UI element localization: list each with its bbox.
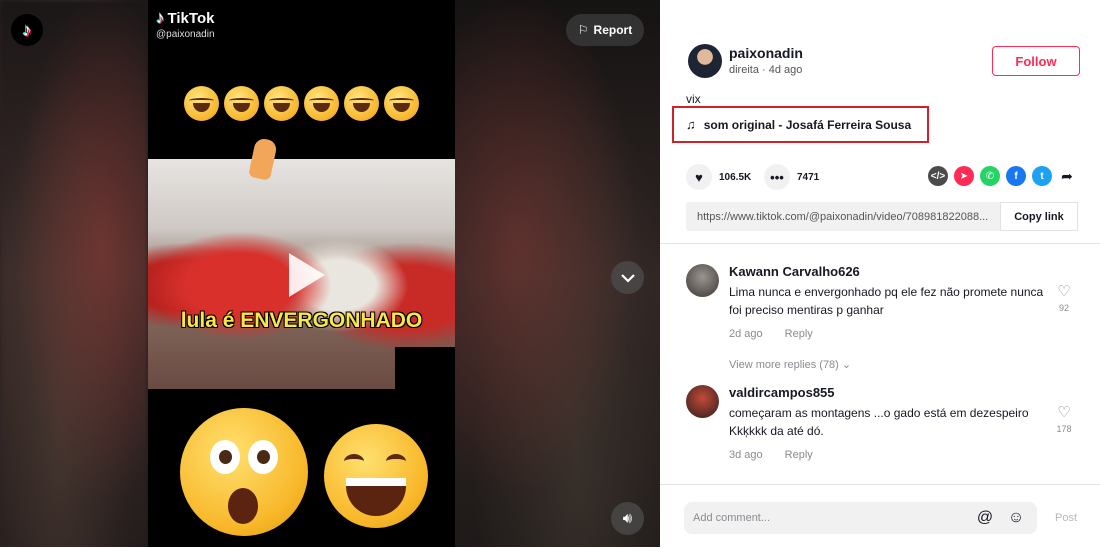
comment-count: 7471 xyxy=(797,171,820,183)
music-link[interactable]: ♫ som original - Josafá Ferreira Sousa xyxy=(672,106,929,143)
comment-like-count: 178 xyxy=(1056,424,1072,434)
flag-icon: ⚐ xyxy=(577,23,589,37)
video-player[interactable]: ♪ ♪ TikTok @paixonadin lula é ENVERGONHA… xyxy=(0,0,660,547)
like-stat[interactable]: ♥ 106.5K xyxy=(686,164,751,190)
music-note-icon: ♫ xyxy=(686,117,696,132)
comment-age: 3d ago xyxy=(729,449,763,461)
laughing-emoji-row xyxy=(184,86,419,121)
commenter-avatar[interactable] xyxy=(686,264,719,297)
whatsapp-icon[interactable]: ✆ xyxy=(980,166,1000,186)
report-button[interactable]: ⚐ Report xyxy=(566,14,644,46)
video-info-panel: paixonadin direita · 4d ago Follow vix ♫… xyxy=(660,0,1100,547)
commenter-username[interactable]: Kawann Carvalho626 xyxy=(729,264,860,279)
comment-placeholder[interactable]: Add comment... xyxy=(693,512,975,524)
share-link-row: https://www.tiktok.com/@paixonadin/video… xyxy=(686,202,1078,231)
next-video-button[interactable] xyxy=(611,261,644,294)
speaker-icon: 🔊︎ xyxy=(622,510,633,527)
comment-bubble-icon[interactable]: ••• xyxy=(764,164,790,190)
author-avatar[interactable] xyxy=(688,44,722,78)
tiktok-logo-icon[interactable]: ♪ xyxy=(11,14,43,46)
music-title: som original - Josafá Ferreira Sousa xyxy=(703,117,912,132)
comment-composer: Add comment... @ ☺ Post xyxy=(660,484,1100,548)
commenter-username[interactable]: valdircampos855 xyxy=(729,385,835,400)
comment-like[interactable]: ♡ 178 xyxy=(1054,403,1074,434)
laughing-emoji-icon xyxy=(384,86,419,121)
video-blur-background-left xyxy=(0,0,148,547)
comment-like[interactable]: ♡ 92 xyxy=(1054,282,1074,313)
watermark-username: @paixonadin xyxy=(156,29,215,40)
chevron-down-icon xyxy=(620,273,635,283)
comment-list[interactable]: Kawann Carvalho626 Lima nunca e envergon… xyxy=(660,244,1100,484)
play-icon[interactable] xyxy=(289,253,325,297)
send-to-friends-icon[interactable]: ➤ xyxy=(954,166,974,186)
laughing-emoji-icon xyxy=(264,86,299,121)
comment-text: Lima nunca e envergonhado pq ele fez não… xyxy=(729,285,1044,317)
comment-input[interactable]: Add comment... @ ☺ xyxy=(684,502,1037,534)
tiktok-note-icon: ♪ xyxy=(156,8,165,27)
heart-icon[interactable]: ♥ xyxy=(686,164,712,190)
video-watermark: ♪ TikTok @paixonadin xyxy=(156,8,215,40)
comment-like-count: 92 xyxy=(1058,303,1069,313)
video-link-text[interactable]: https://www.tiktok.com/@paixonadin/video… xyxy=(686,211,1000,223)
laughing-emoji-icon xyxy=(304,86,339,121)
copy-link-button[interactable]: Copy link xyxy=(1000,202,1078,231)
comment-age: 2d ago xyxy=(729,328,763,340)
author-name[interactable]: paixonadin xyxy=(729,45,803,61)
video-frame[interactable]: ♪ TikTok @paixonadin lula é ENVERGONHADO xyxy=(148,0,455,547)
share-arrow-icon[interactable]: ➦ xyxy=(1058,168,1076,185)
report-label: Report xyxy=(593,23,633,37)
comment-meta: 2d ago Reply xyxy=(729,328,813,340)
comment-meta: 3d ago Reply xyxy=(729,449,813,461)
video-caption: lula é ENVERGONHADO xyxy=(180,309,423,332)
laughing-emoji-icon xyxy=(224,86,259,121)
view-more-replies[interactable]: View more replies (78) ⌄ xyxy=(729,358,851,371)
comment-stat[interactable]: ••• 7471 xyxy=(764,164,819,190)
volume-button[interactable]: 🔊︎ xyxy=(611,502,644,535)
twitter-icon[interactable]: t xyxy=(1032,166,1052,186)
embed-code-icon[interactable]: </> xyxy=(928,166,948,186)
pointing-hand-emoji-icon xyxy=(248,137,278,181)
heart-outline-icon[interactable]: ♡ xyxy=(1054,282,1074,300)
share-icons: </> ➤ ✆ f t ➦ xyxy=(928,166,1076,186)
post-button[interactable]: Post xyxy=(1055,512,1077,524)
watermark-brand: TikTok xyxy=(167,9,215,27)
author-subtitle: direita · 4d ago xyxy=(729,64,803,76)
follow-button[interactable]: Follow xyxy=(992,46,1080,76)
grinning-emoji-icon xyxy=(324,424,428,528)
heart-outline-icon[interactable]: ♡ xyxy=(1054,403,1074,421)
chevron-down-icon: ⌄ xyxy=(841,359,852,371)
reply-button[interactable]: Reply xyxy=(785,328,813,340)
video-scene: lula é ENVERGONHADO xyxy=(148,137,455,389)
mention-icon[interactable]: @ xyxy=(975,509,995,527)
reply-button[interactable]: Reply xyxy=(785,449,813,461)
laughing-emoji-icon xyxy=(184,86,219,121)
facebook-icon[interactable]: f xyxy=(1006,166,1026,186)
like-count: 106.5K xyxy=(719,171,752,183)
laughing-emoji-icon xyxy=(344,86,379,121)
comment-text: começaram as montagens ...o gado está em… xyxy=(729,406,1029,438)
shocked-emoji-icon xyxy=(180,408,308,536)
commenter-avatar[interactable] xyxy=(686,385,719,418)
emoji-icon[interactable]: ☺ xyxy=(1006,509,1026,527)
video-description: vix xyxy=(686,92,701,106)
